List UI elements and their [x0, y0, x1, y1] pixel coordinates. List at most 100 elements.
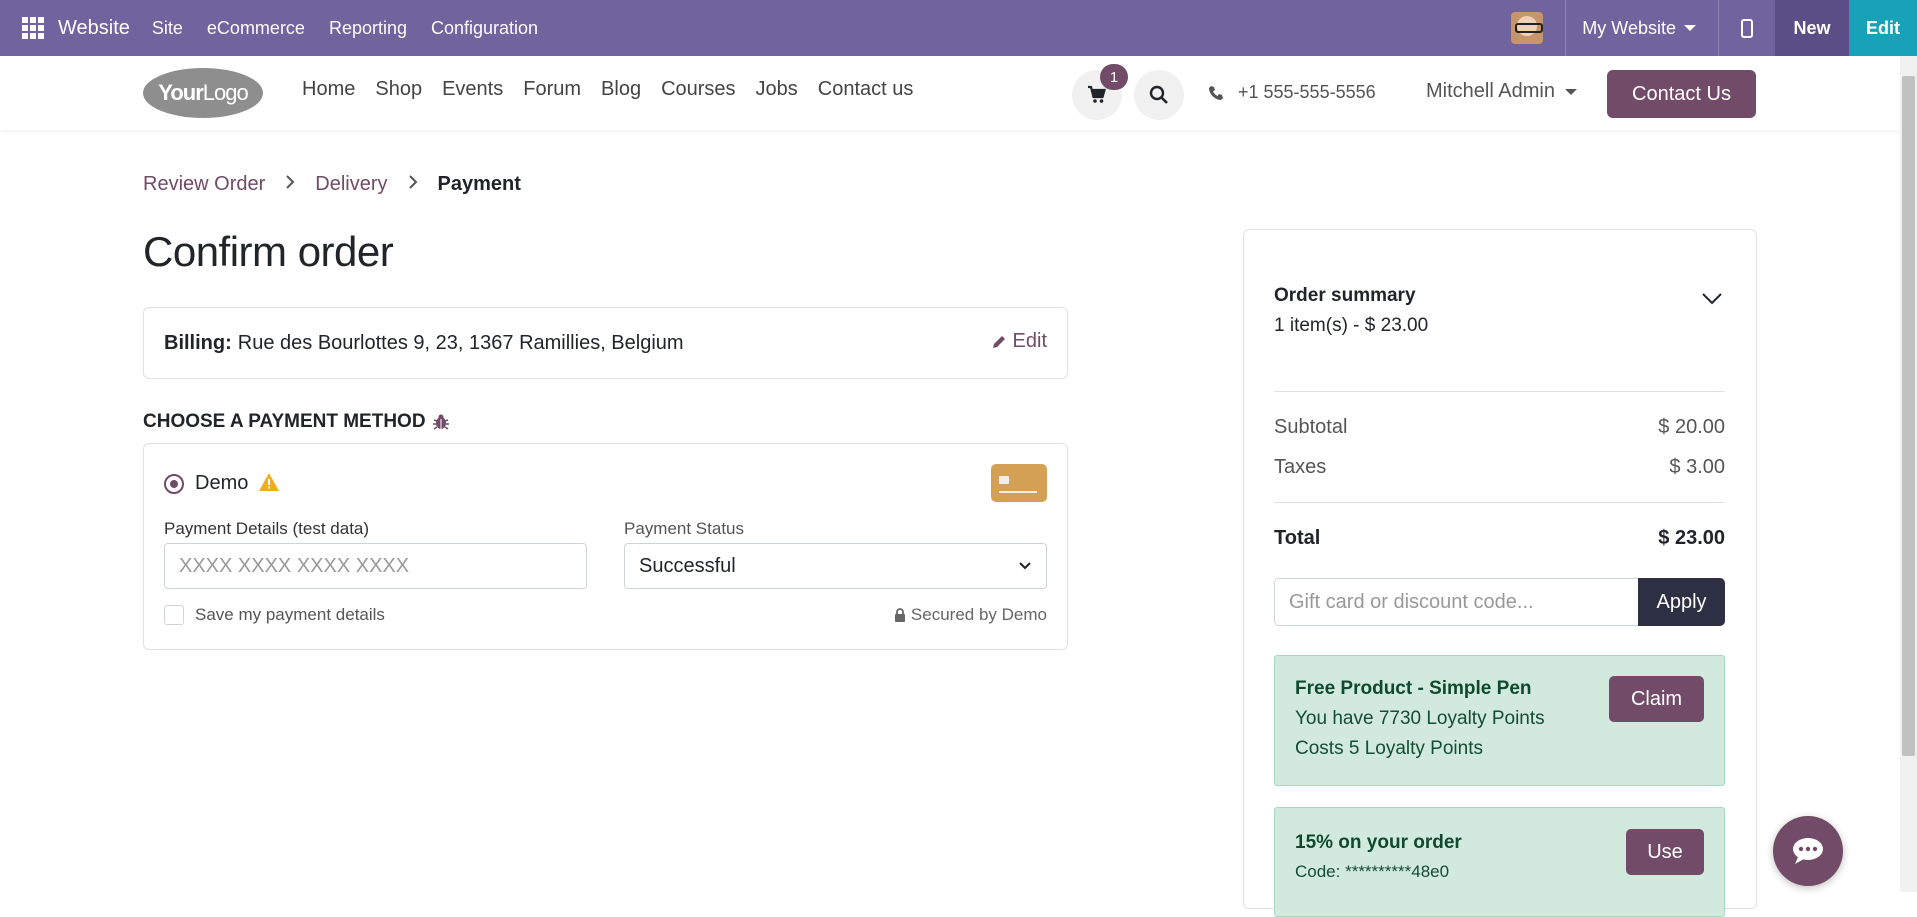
page-title: Confirm order: [143, 228, 394, 275]
order-summary-title: Order summary: [1274, 285, 1416, 306]
nav-forum[interactable]: Forum: [523, 78, 581, 101]
breadcrumb-review-order[interactable]: Review Order: [143, 173, 265, 196]
reward-cost: Costs 5 Loyalty Points: [1295, 738, 1483, 759]
pencil-icon: [992, 335, 1005, 348]
payment-method-name[interactable]: Demo: [195, 472, 248, 495]
billing-label: Billing:: [164, 331, 232, 354]
chevron-right-icon: [285, 174, 295, 195]
payment-details-label: Payment Details (test data): [164, 519, 370, 538]
reward-points: You have 7730 Loyalty Points: [1295, 708, 1545, 729]
reward-card: Free Product - Simple Pen You have 7730 …: [1274, 655, 1725, 786]
mobile-icon: [1741, 18, 1753, 38]
breadcrumb-delivery[interactable]: Delivery: [315, 173, 387, 196]
caret-down-icon: [1684, 25, 1696, 31]
user-avatar[interactable]: [1511, 12, 1544, 44]
taxes-value: $ 3.00: [1669, 456, 1725, 478]
total-value: $ 23.00: [1658, 527, 1725, 549]
nav-contact-us[interactable]: Contact us: [818, 78, 914, 101]
chevron-right-icon: [408, 174, 418, 195]
chevron-down-icon[interactable]: [1701, 292, 1723, 311]
nav-shop[interactable]: Shop: [375, 78, 422, 101]
phone-number: +1 555-555-5556: [1238, 82, 1376, 102]
secured-by-label: Secured by Demo: [910, 605, 1047, 624]
livechat-button[interactable]: [1773, 816, 1843, 886]
payment-status-label: Payment Status: [624, 519, 745, 538]
reward-title: Free Product - Simple Pen: [1295, 678, 1532, 699]
reward-code: Code: **********48e0: [1295, 862, 1450, 881]
menu-site[interactable]: Site: [152, 18, 183, 39]
billing-address: Rue des Bourlottes 9, 23, 1367 Ramillies…: [237, 331, 684, 354]
use-button[interactable]: Use: [1626, 829, 1704, 875]
order-summary-panel: Order summary 1 item(s) - $ 23.00 Subtot…: [1243, 229, 1757, 917]
secured-by-note: Secured by Demo: [894, 605, 1047, 625]
total-label: Total: [1274, 527, 1321, 549]
subtotal-value: $ 20.00: [1658, 416, 1725, 438]
payment-status-value: Successful: [639, 554, 736, 577]
apps-menu-button[interactable]: [0, 0, 66, 56]
billing-address-card: Billing: Rue des Bourlottes 9, 23, 1367 …: [143, 307, 1068, 379]
user-name: Mitchell Admin: [1426, 80, 1555, 102]
app-brand[interactable]: Website: [58, 17, 130, 40]
chat-icon: [1793, 838, 1823, 864]
new-button[interactable]: New: [1775, 0, 1849, 56]
scrollbar-thumb[interactable]: [1902, 76, 1915, 756]
credit-card-icon: [991, 464, 1047, 502]
reward-title: 15% on your order: [1295, 832, 1462, 853]
claim-button[interactable]: Claim: [1609, 676, 1704, 722]
checkout-breadcrumb: Review Order Delivery Payment: [143, 173, 521, 196]
apps-grid-icon: [22, 17, 44, 39]
taxes-label: Taxes: [1274, 456, 1327, 478]
nav-courses[interactable]: Courses: [661, 78, 735, 101]
nav-home[interactable]: Home: [302, 78, 355, 101]
apply-button[interactable]: Apply: [1638, 578, 1725, 626]
page-scrollbar[interactable]: [1900, 56, 1917, 892]
edit-billing-link[interactable]: Edit: [991, 330, 1047, 353]
divider: [1274, 502, 1725, 503]
breadcrumb-payment: Payment: [437, 173, 521, 195]
subtotal-row: Subtotal $ 20.00: [1274, 416, 1725, 439]
phone-icon: [1209, 85, 1223, 100]
nav-blog[interactable]: Blog: [601, 78, 641, 101]
order-summary-items: 1 item(s) - $ 23.00: [1274, 315, 1429, 336]
menu-reporting[interactable]: Reporting: [329, 18, 407, 39]
bug-icon[interactable]: [432, 413, 450, 431]
reward-card: 15% on your order Code: **********48e0 U…: [1274, 807, 1725, 917]
lock-icon: [894, 608, 905, 622]
nav-events[interactable]: Events: [442, 78, 503, 101]
phone-contact[interactable]: +1 555-555-5556: [1208, 82, 1376, 103]
promo-code-input[interactable]: [1274, 578, 1638, 626]
website-selector[interactable]: My Website: [1566, 18, 1718, 39]
search-button[interactable]: [1134, 70, 1184, 120]
payment-method-card: Demo Payment Details (test data) Payment…: [143, 443, 1068, 650]
payment-status-select[interactable]: Successful: [624, 543, 1047, 589]
payment-method-radio[interactable]: [164, 474, 184, 494]
payment-method-heading: CHOOSE A PAYMENT METHOD: [143, 411, 450, 433]
caret-down-icon: [1564, 88, 1577, 95]
menu-configuration[interactable]: Configuration: [431, 18, 538, 39]
user-menu[interactable]: Mitchell Admin: [1426, 80, 1577, 103]
subtotal-label: Subtotal: [1274, 416, 1348, 438]
edit-billing-label: Edit: [1012, 330, 1047, 352]
total-row: Total $ 23.00: [1274, 527, 1725, 550]
website-selector-label: My Website: [1582, 17, 1676, 38]
chevron-down-icon: [1019, 562, 1031, 570]
cart-icon: [1088, 85, 1106, 103]
warning-icon: [258, 472, 280, 497]
site-header: Your Logo Home Shop Events Forum Blog Cou…: [0, 56, 1900, 130]
divider: [1274, 391, 1725, 392]
nav-jobs[interactable]: Jobs: [756, 78, 798, 101]
contact-us-button[interactable]: Contact Us: [1607, 70, 1756, 118]
edit-button[interactable]: Edit: [1849, 0, 1917, 56]
cart-count-badge: 1: [1100, 64, 1128, 90]
taxes-row: Taxes $ 3.00: [1274, 456, 1725, 479]
save-payment-label[interactable]: Save my payment details: [195, 605, 385, 625]
site-nav: Home Shop Events Forum Blog Courses Jobs…: [302, 78, 933, 101]
mobile-preview-button[interactable]: [1719, 0, 1775, 56]
save-payment-checkbox[interactable]: [164, 605, 184, 625]
menu-ecommerce[interactable]: eCommerce: [207, 18, 305, 39]
search-icon: [1149, 85, 1168, 104]
site-logo[interactable]: Your Logo: [143, 68, 263, 118]
admin-navbar: Website Site eCommerce Reporting Configu…: [0, 0, 1917, 56]
payment-details-input[interactable]: [164, 543, 587, 589]
promo-code-form: Apply: [1274, 578, 1725, 626]
